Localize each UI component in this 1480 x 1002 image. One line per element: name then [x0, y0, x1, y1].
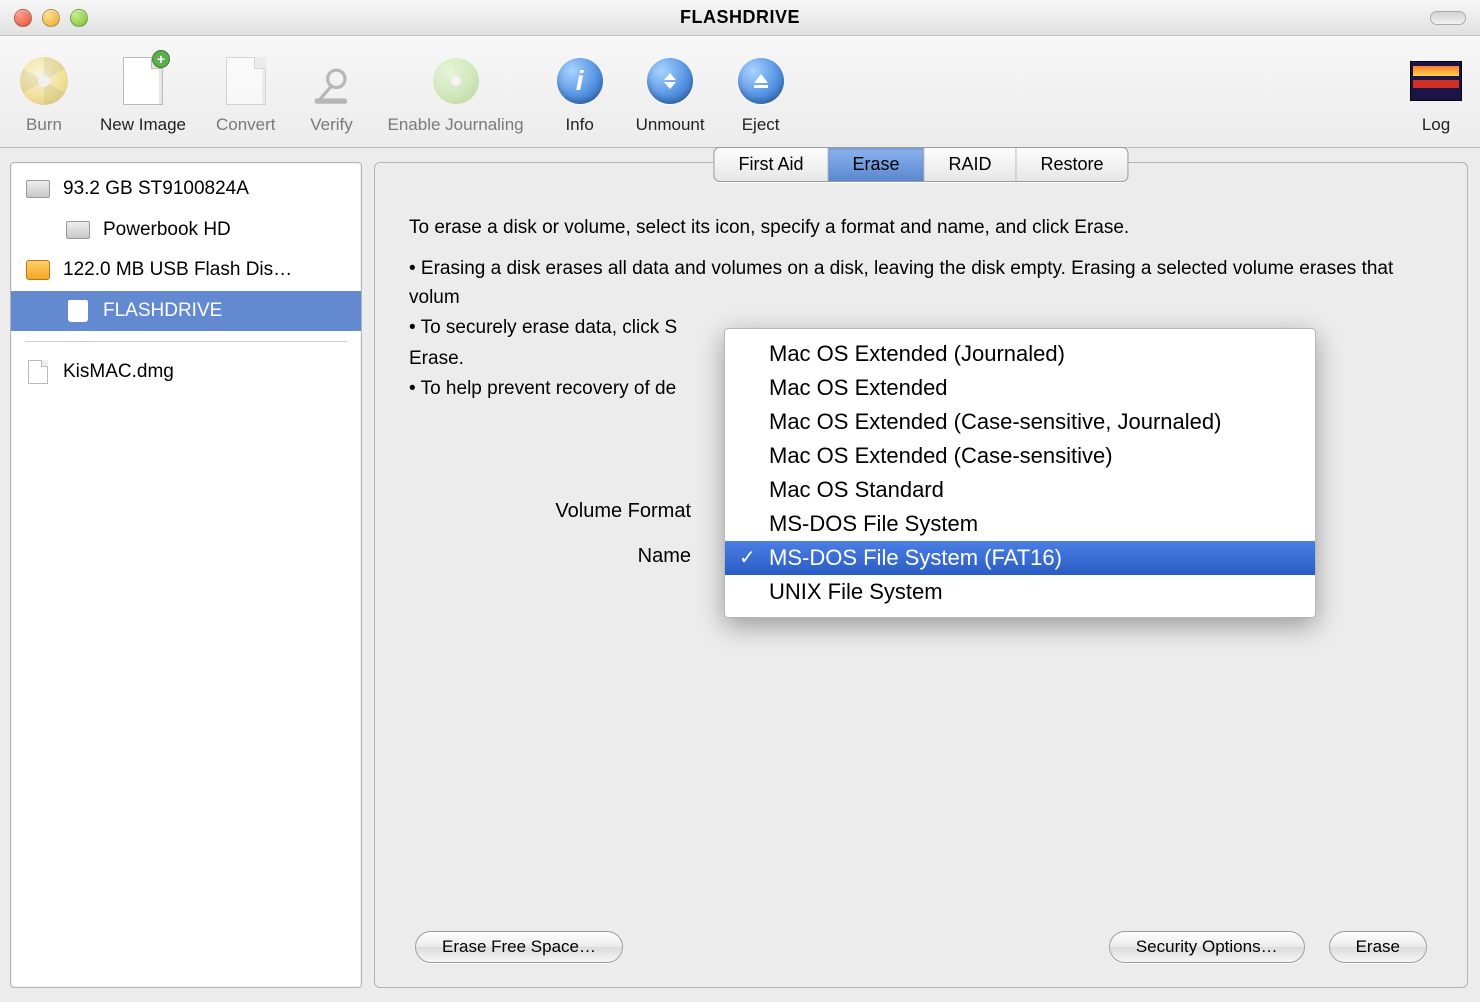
- burn-icon: [20, 57, 68, 105]
- enable-journaling-label: Enable Journaling: [388, 115, 524, 135]
- sidebar-image-kismac[interactable]: KisMAC.dmg: [11, 352, 361, 393]
- device-sidebar: 93.2 GB ST9100824A Powerbook HD 122.0 MB…: [10, 162, 362, 988]
- format-option[interactable]: Mac OS Extended (Journaled): [725, 337, 1315, 371]
- sidebar-item-label: Powerbook HD: [103, 216, 231, 245]
- usb-disk-icon: [26, 260, 50, 280]
- toolbar-toggle-pill[interactable]: [1430, 11, 1466, 25]
- security-options-button[interactable]: Security Options…: [1109, 931, 1305, 963]
- new-image-icon: +: [123, 57, 163, 105]
- eject-icon: [738, 58, 784, 104]
- burn-label: Burn: [26, 115, 62, 135]
- journaling-icon: [433, 58, 479, 104]
- new-image-label: New Image: [100, 115, 186, 135]
- sidebar-volume-flashdrive[interactable]: FLASHDRIVE: [11, 291, 361, 332]
- format-option-selected[interactable]: MS-DOS File System (FAT16): [725, 541, 1315, 575]
- convert-button[interactable]: Convert: [216, 55, 276, 135]
- erase-button-bar: Erase Free Space… Security Options… Eras…: [375, 931, 1467, 963]
- volume-icon: [68, 300, 88, 322]
- log-label: Log: [1422, 115, 1450, 135]
- info-icon: i: [557, 58, 603, 104]
- new-image-button[interactable]: + New Image: [100, 55, 186, 135]
- harddisk-icon: [66, 221, 90, 239]
- log-button[interactable]: Log: [1410, 55, 1462, 135]
- enable-journaling-button[interactable]: Enable Journaling: [388, 55, 524, 135]
- format-option[interactable]: Mac OS Extended: [725, 371, 1315, 405]
- dmg-icon: [28, 360, 48, 384]
- toolbar: Burn + New Image Convert Verify Enable J…: [0, 36, 1480, 148]
- format-option[interactable]: Mac OS Standard: [725, 473, 1315, 507]
- info-label: Info: [565, 115, 593, 135]
- harddisk-icon: [26, 180, 50, 198]
- erase-button[interactable]: Erase: [1329, 931, 1427, 963]
- sidebar-item-label: 122.0 MB USB Flash Dis…: [63, 256, 292, 285]
- tab-restore[interactable]: Restore: [1017, 148, 1128, 181]
- tab-raid[interactable]: RAID: [925, 148, 1017, 181]
- eject-label: Eject: [742, 115, 780, 135]
- sidebar-item-label: FLASHDRIVE: [103, 297, 222, 326]
- convert-label: Convert: [216, 115, 276, 135]
- titlebar: FLASHDRIVE: [0, 0, 1480, 36]
- log-icon: [1410, 61, 1462, 101]
- sidebar-disk-internal[interactable]: 93.2 GB ST9100824A: [11, 169, 361, 210]
- tab-erase[interactable]: Erase: [828, 148, 924, 181]
- sidebar-disk-usb[interactable]: 122.0 MB USB Flash Dis…: [11, 250, 361, 291]
- verify-icon: [306, 55, 358, 107]
- unmount-icon: [647, 58, 693, 104]
- sidebar-separator: [25, 341, 347, 342]
- sidebar-item-label: 93.2 GB ST9100824A: [63, 175, 249, 204]
- volume-format-label: Volume Format: [499, 500, 699, 523]
- erase-intro-text: To erase a disk or volume, select its ic…: [409, 217, 1433, 239]
- sidebar-item-label: KisMAC.dmg: [63, 358, 174, 387]
- verify-label: Verify: [310, 115, 353, 135]
- burn-button[interactable]: Burn: [18, 55, 70, 135]
- unmount-button[interactable]: Unmount: [636, 55, 705, 135]
- convert-icon: [226, 57, 266, 105]
- unmount-label: Unmount: [636, 115, 705, 135]
- erase-bullet-1: • Erasing a disk erases all data and vol…: [409, 255, 1433, 312]
- format-option[interactable]: Mac OS Extended (Case-sensitive, Journal…: [725, 405, 1315, 439]
- eject-button[interactable]: Eject: [735, 55, 787, 135]
- format-option[interactable]: UNIX File System: [725, 575, 1315, 609]
- sidebar-volume-powerbook[interactable]: Powerbook HD: [11, 210, 361, 251]
- volume-format-menu[interactable]: Mac OS Extended (Journaled) Mac OS Exten…: [724, 328, 1316, 618]
- erase-free-space-button[interactable]: Erase Free Space…: [415, 931, 623, 963]
- verify-button[interactable]: Verify: [306, 55, 358, 135]
- volume-name-label: Name: [499, 545, 699, 568]
- tab-bar: First Aid Erase RAID Restore: [713, 147, 1128, 182]
- info-button[interactable]: i Info: [554, 55, 606, 135]
- format-option[interactable]: Mac OS Extended (Case-sensitive): [725, 439, 1315, 473]
- window-title: FLASHDRIVE: [0, 7, 1480, 28]
- format-option[interactable]: MS-DOS File System: [725, 507, 1315, 541]
- tab-first-aid[interactable]: First Aid: [714, 148, 828, 181]
